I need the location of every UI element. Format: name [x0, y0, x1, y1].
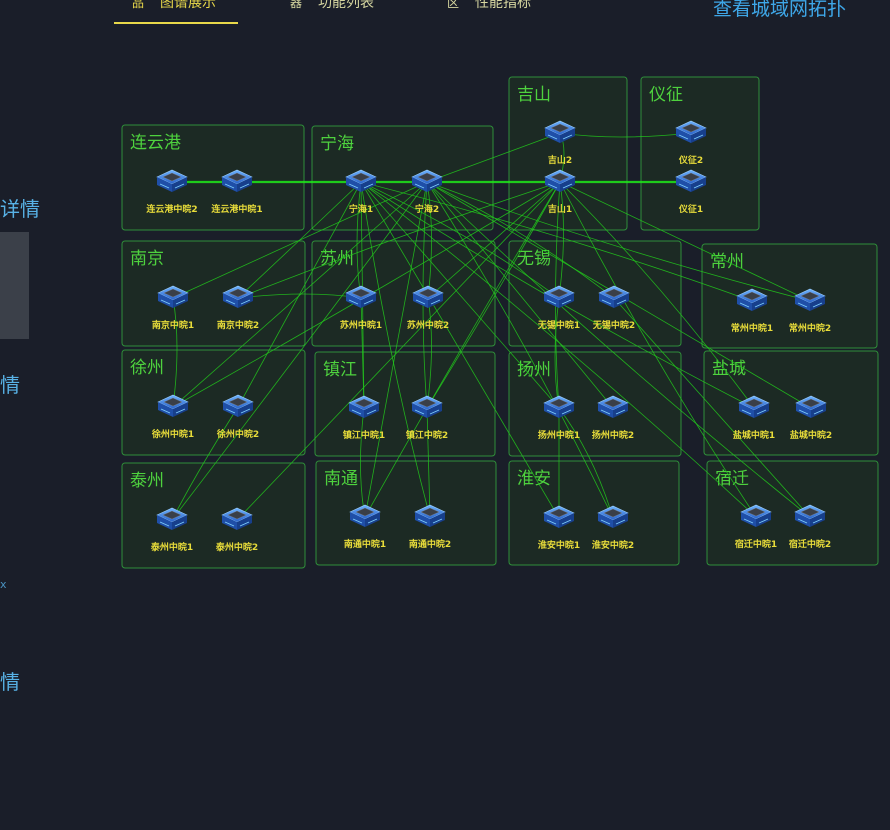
region-xuzhou: 徐州 [121, 349, 306, 456]
node-label: 淮安中晥1 [538, 539, 580, 551]
node-label: 扬州中晥1 [538, 429, 580, 441]
node-label: 泰州中晥1 [150, 541, 193, 553]
region-title: 常州 [710, 252, 744, 272]
region-title: 南京 [130, 249, 164, 269]
node-label: 徐州中晥1 [151, 428, 194, 440]
region-title: 连云港 [130, 133, 181, 153]
node-label: 无锡中晥2 [592, 319, 635, 331]
node-label: 南通中晥2 [409, 538, 451, 550]
region-nanjing: 南京 [121, 240, 306, 347]
node-label: 宿迁中晥1 [735, 538, 777, 550]
region-title: 吉山 [517, 85, 551, 105]
region-title: 仪征 [649, 85, 683, 105]
node-label: 宁海2 [415, 203, 439, 215]
node-label: 吉山2 [548, 154, 572, 166]
node-label: 吉山1 [548, 203, 572, 215]
region-title: 泰州 [130, 471, 164, 491]
node-label: 淮安中晥2 [592, 539, 634, 551]
node-label: 苏州中晥1 [340, 319, 382, 331]
node-label: 南京中晥1 [152, 319, 194, 331]
node-label: 南通中晥1 [344, 538, 386, 550]
node-label: 仪征1 [678, 203, 703, 215]
node-label: 泰州中晥2 [215, 541, 258, 553]
region-title: 宁海 [320, 134, 354, 154]
node-label: 连云港中晥2 [146, 203, 197, 215]
node-label: 宿迁中晥2 [789, 538, 831, 550]
region-taizhou: 泰州 [121, 462, 306, 569]
region-title: 南通 [324, 469, 358, 489]
node-label: 徐州中晥2 [216, 428, 259, 440]
node-label: 镇江中晥1 [343, 429, 385, 441]
node-label: 扬州中晥2 [592, 429, 634, 441]
region-title: 淮安 [517, 469, 551, 489]
topology-graph: 连云港 宁海吉山 仪征南京 苏州 无锡 常州徐州 镇江 扬州 盐城泰州 南通 淮安 宿迁 连云港中晥2… [121, 76, 879, 569]
node-label: 盐城中晥1 [733, 429, 775, 441]
node-label: 连云港中晥1 [211, 203, 262, 215]
node-label: 苏州中晥2 [407, 319, 449, 331]
node-label: 仪征2 [678, 154, 703, 166]
node-label: 宁海1 [349, 203, 373, 215]
node-label: 盐城中晥2 [790, 429, 832, 441]
region-title: 宿迁 [715, 469, 749, 489]
node-label: 南京中晥2 [217, 319, 259, 331]
node-label: 常州中晥2 [789, 322, 831, 334]
region-title: 扬州 [517, 360, 551, 380]
node-label: 镇江中晥2 [406, 429, 448, 441]
region-title: 盐城 [712, 359, 746, 379]
node-label: 常州中晥1 [731, 322, 773, 334]
node-label: 无锡中晥1 [537, 319, 580, 331]
region-title: 徐州 [130, 358, 164, 378]
region-title: 镇江 [323, 360, 357, 380]
